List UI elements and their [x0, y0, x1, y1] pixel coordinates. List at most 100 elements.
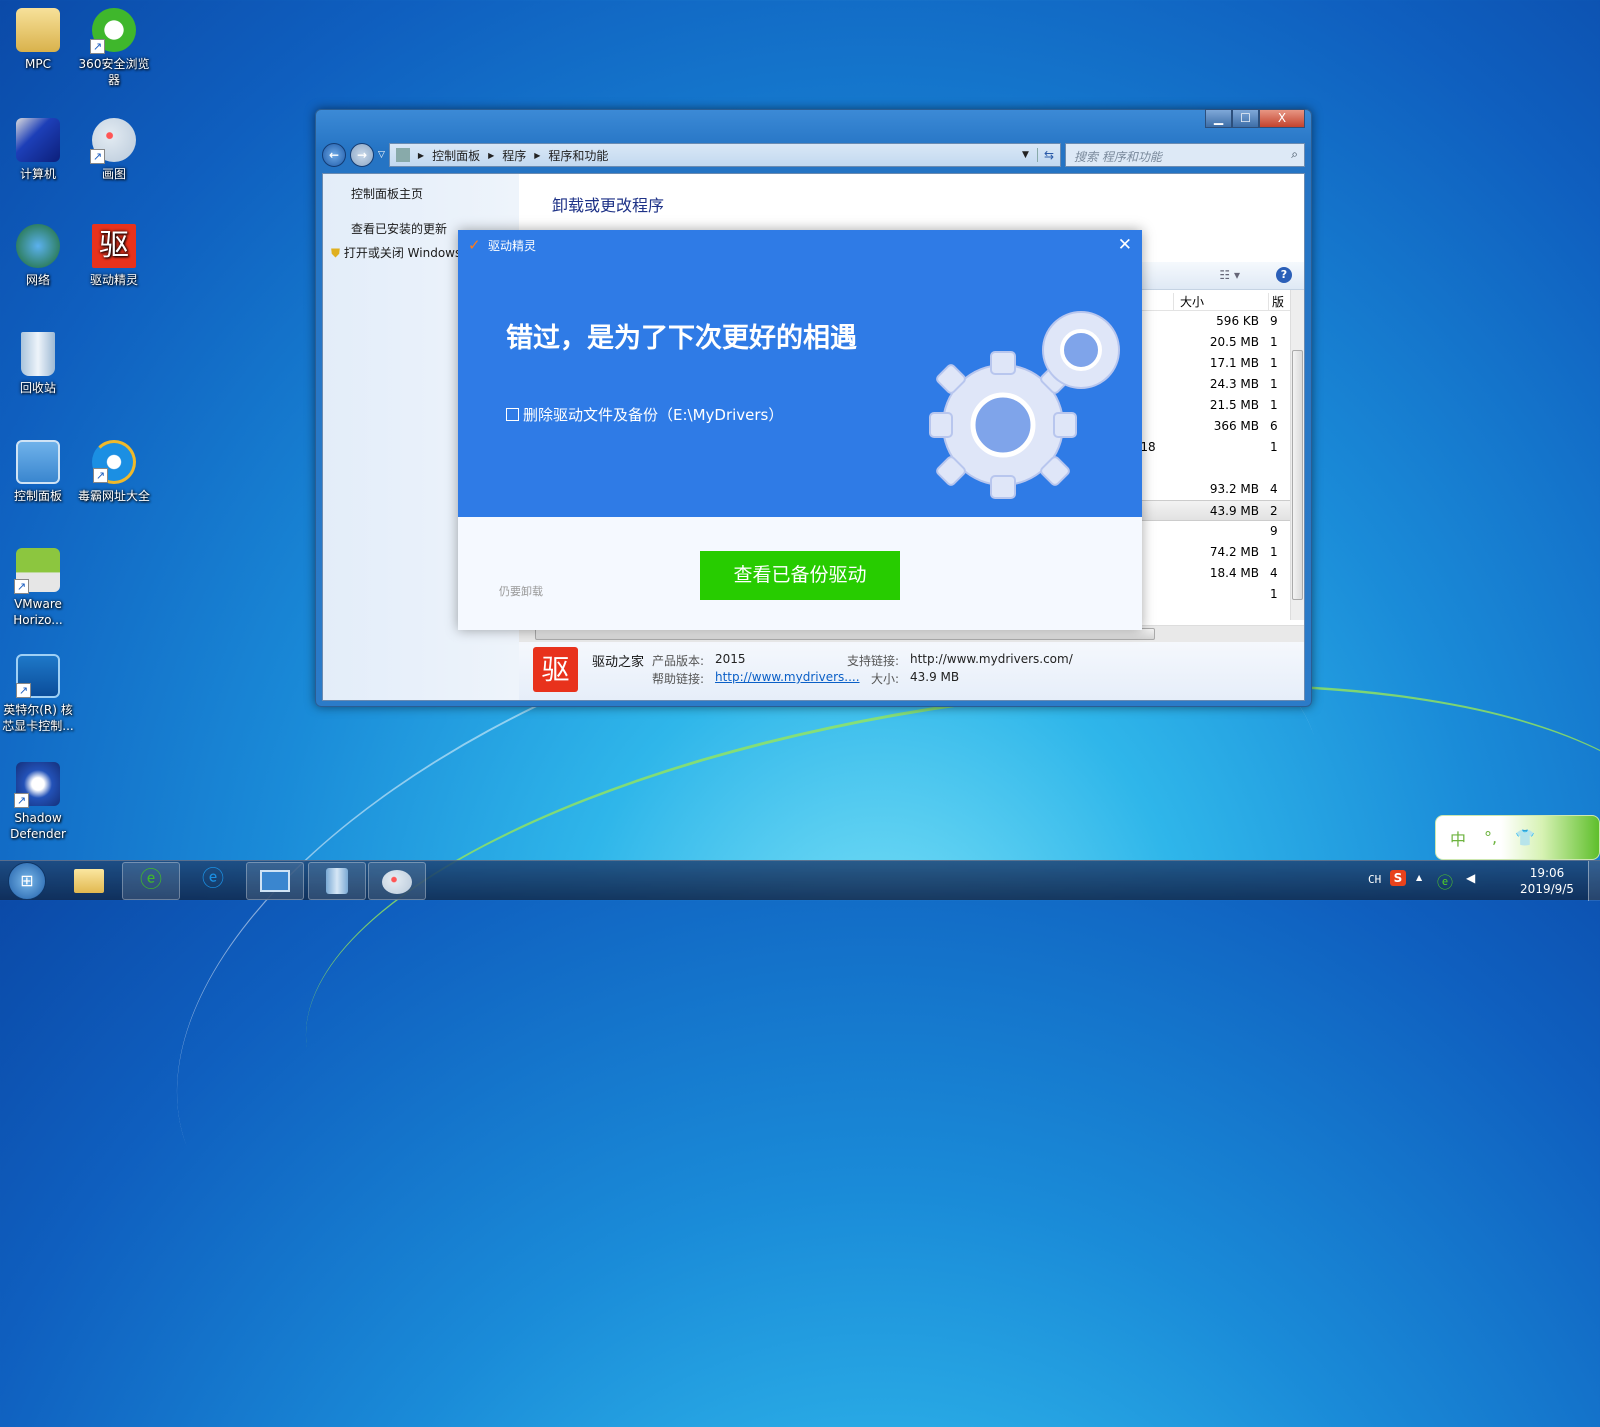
cell-ver: 1 — [1270, 356, 1278, 370]
forward-button[interactable]: → — [350, 143, 374, 167]
control-panel-small-icon — [395, 148, 410, 162]
desktop-icon-recycle-bin[interactable]: 回收站 — [0, 328, 76, 396]
help-icon[interactable]: ? — [1276, 267, 1292, 283]
recent-pages-dropdown-icon[interactable]: ▽ — [378, 150, 385, 160]
shadow-defender-icon: ↗ — [14, 762, 60, 808]
cell-ver: 6 — [1270, 419, 1278, 433]
clock[interactable]: 19:06 2019/9/5 — [1512, 865, 1582, 897]
desktop-icon-intel-graphics[interactable]: ↗ 英特尔(R) 核芯显卡控制... — [0, 650, 76, 734]
cell-size: 18.4 MB — [1209, 566, 1259, 580]
desktop-icon-control-panel[interactable]: 控制面板 — [0, 436, 76, 504]
cell-ver: 1 — [1270, 587, 1278, 601]
paint-icon: ↗ — [90, 118, 136, 164]
driver-genius-uninstall-dialog: ✓ 驱动精灵 ✕ 错过，是为了下次更好的相遇 删除驱动文件及备份（E:\MyDr… — [458, 230, 1142, 630]
search-icon[interactable]: ⌕ — [1291, 147, 1298, 162]
refresh-icon[interactable]: ⇆ — [1036, 148, 1060, 162]
help-link[interactable]: http://www.mydrivers.... — [715, 670, 860, 684]
ime-status-bar: 中 °, 👕 — [1435, 815, 1600, 860]
dialog-close-button[interactable]: ✕ — [1118, 235, 1132, 255]
cell-ver: 1 — [1270, 335, 1278, 349]
show-hidden-icons-button[interactable]: ▲ — [1416, 873, 1422, 882]
volume-icon[interactable]: ◀ — [1466, 871, 1475, 885]
start-button[interactable]: ⊞ — [8, 862, 46, 900]
cell-ver: 1 — [1270, 377, 1278, 391]
desktop-icon-paint[interactable]: ↗ 画图 — [76, 114, 152, 182]
cell-size: 21.5 MB — [1209, 398, 1259, 412]
breadcrumb-programs[interactable]: 程序 — [502, 147, 526, 164]
cell-size: 20.5 MB — [1209, 335, 1259, 349]
desktop-icon-network[interactable]: 网络 — [0, 220, 76, 288]
taskbar-360-browser[interactable]: ⓔ — [122, 862, 180, 900]
taskbar-ie[interactable]: ⓔ — [184, 862, 242, 900]
computer-icon — [16, 118, 60, 162]
view-backup-drivers-button[interactable]: 查看已备份驱动 — [700, 551, 900, 600]
360-browser-icon: ↗ — [90, 8, 136, 54]
ime-mode-toggle[interactable]: 中 — [1450, 826, 1466, 850]
uac-shield-icon: ⛊ — [331, 246, 341, 260]
address-bar[interactable]: ▶ 控制面板 ▶ 程序 ▶ 程序和功能 ▼ ⇆ — [388, 143, 1061, 167]
ie-icon: ↗ — [92, 440, 136, 484]
cell-ver: 1 — [1270, 440, 1278, 454]
link-view-installed-updates[interactable]: 查看已安装的更新 — [351, 220, 447, 237]
language-indicator[interactable]: CH — [1368, 873, 1381, 886]
delete-backup-checkbox[interactable]: 删除驱动文件及备份（E:\MyDrivers） — [506, 404, 783, 425]
breadcrumb-control-panel[interactable]: 控制面板 — [432, 147, 480, 164]
show-desktop-button[interactable] — [1588, 861, 1600, 901]
control-panel-icon — [16, 440, 60, 484]
sogou-ime-icon[interactable]: S — [1390, 870, 1406, 886]
360-tray-icon[interactable]: ⓔ — [1437, 869, 1453, 893]
cell-ver: 1 — [1270, 545, 1278, 559]
control-panel-icon — [260, 870, 290, 892]
taskbar-explorer[interactable] — [60, 862, 118, 900]
cell-size: 596 KB — [1216, 314, 1259, 328]
desktop-icon-driver-genius[interactable]: 驱驱动精灵 — [76, 220, 152, 288]
desktop-icon-vmware[interactable]: ↗ VMware Horizo... — [0, 544, 76, 628]
gear-small-icon — [1042, 311, 1120, 389]
taskbar-driver-uninstaller[interactable] — [308, 862, 366, 900]
driver-genius-logo-icon: ✓ — [468, 236, 481, 254]
ime-punctuation-toggle[interactable]: °, — [1484, 828, 1497, 847]
desktop-icon-360-browser[interactable]: ↗ 360安全浏览器 — [76, 4, 152, 88]
cell-size: 366 MB — [1213, 419, 1259, 433]
ime-skin-icon[interactable]: 👕 — [1515, 828, 1535, 847]
cell-size: 24.3 MB — [1209, 377, 1259, 391]
cell-ver: 9 — [1270, 314, 1278, 328]
navigation-bar: ← → ▽ ▶ 控制面板 ▶ 程序 ▶ 程序和功能 ▼ ⇆ 搜索 程序和功能 ⌕ — [322, 142, 1305, 168]
desktop-icon-computer[interactable]: 计算机 — [0, 114, 76, 182]
dialog-banner: ✓ 驱动精灵 ✕ 错过，是为了下次更好的相遇 删除驱动文件及备份（E:\MyDr… — [458, 230, 1142, 517]
taskbar-paint[interactable] — [368, 862, 426, 900]
recycle-bin-icon — [21, 332, 55, 376]
breadcrumb-programs-and-features[interactable]: 程序和功能 — [548, 147, 608, 164]
publisher-logo: 驱 — [533, 647, 578, 692]
cell-ver: 4 — [1270, 482, 1278, 496]
minimize-button[interactable]: ▁ — [1205, 109, 1232, 128]
maximize-button[interactable]: ☐ — [1232, 109, 1259, 128]
cell-ver: 1 — [1270, 398, 1278, 412]
scroll-thumb[interactable] — [1292, 350, 1303, 600]
folder-icon — [74, 869, 104, 893]
desktop-icon-ie[interactable]: ↗ 毒霸网址大全 — [76, 436, 152, 504]
cell-ver: 2 — [1270, 504, 1278, 518]
user-folder-icon — [16, 8, 60, 52]
link-control-panel-home[interactable]: 控制面板主页 — [351, 185, 423, 202]
dialog-headline: 错过，是为了下次更好的相遇 — [506, 323, 857, 354]
vertical-scrollbar[interactable] — [1290, 290, 1304, 620]
uninstall-anyway-link[interactable]: 仍要卸载 — [499, 583, 543, 599]
taskbar-control-panel[interactable] — [246, 862, 304, 900]
driver-genius-icon: 驱 — [92, 224, 136, 268]
column-header-version[interactable]: 版 — [1268, 293, 1284, 310]
desktop-icon-shadow-defender[interactable]: ↗ Shadow Defender — [0, 758, 76, 842]
view-options-icon[interactable]: ☷ ▾ — [1219, 268, 1240, 282]
back-button[interactable]: ← — [322, 143, 346, 167]
cell-size: 74.2 MB — [1209, 545, 1259, 559]
address-dropdown-icon[interactable]: ▼ — [1022, 150, 1029, 160]
taskbar: ⊞ ⓔ ⓔ CH S ▲ ⓔ ◀ 19:06 2019/9/5 — [0, 860, 1600, 901]
details-pane: 驱 驱动之家 产品版本: 2015 支持链接: http://www.mydri… — [519, 642, 1304, 700]
360-browser-icon: ⓔ — [139, 868, 162, 893]
close-button[interactable]: X — [1259, 109, 1305, 128]
column-header-size[interactable]: 大小 — [1173, 293, 1267, 310]
search-input[interactable]: 搜索 程序和功能 ⌕ — [1065, 143, 1305, 167]
cell-ver: 9 — [1270, 524, 1278, 538]
checkbox-box[interactable] — [506, 408, 519, 421]
desktop-icon-mpc[interactable]: MPC — [0, 4, 76, 72]
